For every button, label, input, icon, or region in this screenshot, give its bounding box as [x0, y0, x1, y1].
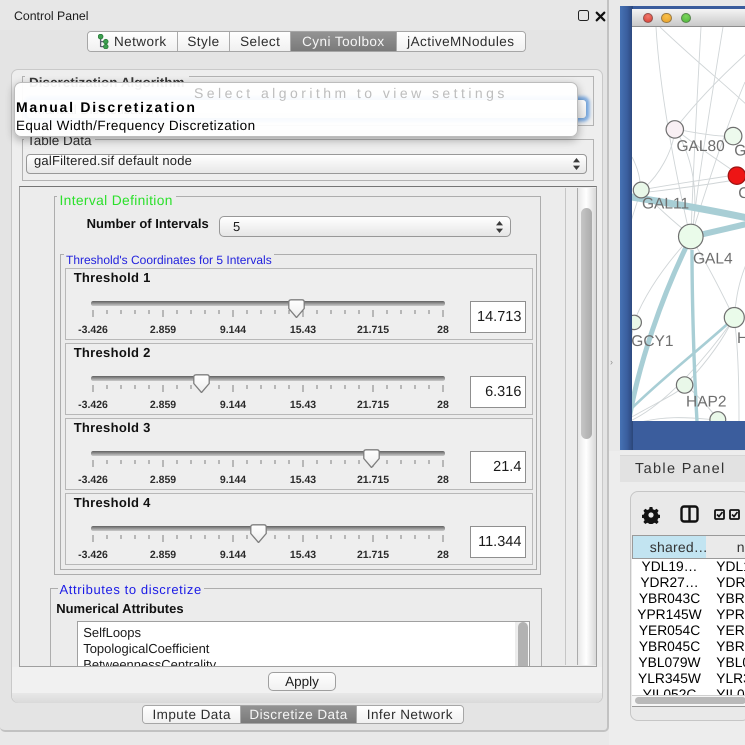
svg-text:GA: GA	[734, 143, 745, 160]
svg-text:GAL4: GAL4	[693, 251, 733, 268]
svg-text:H: H	[737, 330, 745, 347]
svg-text:GAL11: GAL11	[642, 195, 689, 212]
svg-text:C: C	[738, 185, 745, 202]
svg-text:HAP2: HAP2	[686, 394, 727, 411]
svg-text:GAL80: GAL80	[677, 138, 726, 155]
svg-text:GCY1: GCY1	[632, 333, 674, 350]
